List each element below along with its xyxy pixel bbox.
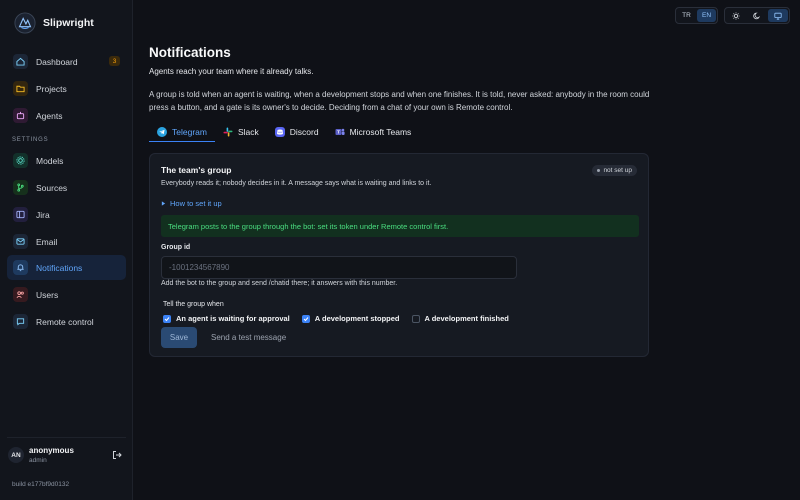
sun-icon <box>732 11 740 20</box>
brand[interactable]: Slipwright <box>14 12 94 34</box>
theme-light-button[interactable] <box>726 9 746 22</box>
lang-tr-button[interactable]: TR <box>677 9 696 22</box>
tab-label: Telegram <box>172 126 207 137</box>
sidebar-item-label: Email <box>36 236 58 247</box>
checkbox-checked[interactable] <box>163 314 171 323</box>
sidebar-item-label: Remote control <box>36 316 94 327</box>
sidebar-item-label: Agents <box>36 110 63 121</box>
user-role: admin <box>29 457 47 464</box>
sidebar-item-label: Jira <box>36 209 50 220</box>
cog-icon <box>13 153 28 168</box>
theme-switcher <box>724 7 790 24</box>
sidebar-item-label: Projects <box>36 83 67 94</box>
page-description: A group is told when an agent is waiting… <box>149 90 650 112</box>
tab-label: Microsoft Teams <box>349 127 412 137</box>
sidebar-item-jira[interactable]: Jira <box>7 202 126 227</box>
telegram-icon <box>157 126 167 137</box>
folder-icon <box>13 81 28 96</box>
slack-icon <box>223 127 233 137</box>
howto-toggle[interactable]: How to set it up <box>161 199 222 208</box>
chat-icon <box>13 314 28 329</box>
svg-text:T: T <box>337 130 340 135</box>
moon-icon <box>753 12 761 19</box>
robot-icon <box>13 108 28 123</box>
teams-icon: T <box>335 127 345 137</box>
logout-icon[interactable] <box>112 450 122 460</box>
option-development-finished[interactable]: A development finished <box>411 314 509 323</box>
sidebar-item-projects[interactable]: Projects <box>7 76 126 101</box>
status-text: not set up <box>603 167 632 174</box>
count-badge: 3 <box>109 56 120 66</box>
tab-discord[interactable]: Discord <box>267 122 327 142</box>
card-title: The team's group <box>161 165 232 175</box>
save-button[interactable]: Save <box>161 327 197 348</box>
option-label: A development finished <box>424 314 509 323</box>
bell-icon <box>13 260 28 275</box>
monitor-icon <box>774 12 782 20</box>
event-options: An agent is waiting for approval A devel… <box>163 314 509 323</box>
group-id-input[interactable] <box>161 256 517 279</box>
group-id-help: Add the bot to the group and send /chati… <box>161 280 398 287</box>
sidebar-item-label: Dashboard <box>36 56 78 67</box>
send-test-message-button[interactable]: Send a test message <box>206 327 291 348</box>
option-waiting-approval[interactable]: An agent is waiting for approval <box>163 314 290 323</box>
tab-label: Discord <box>289 127 319 137</box>
checkbox-checked[interactable] <box>301 314 310 323</box>
sidebar-item-dashboard[interactable]: Dashboard 3 <box>7 49 126 74</box>
sidebar-item-email[interactable]: Email <box>7 229 126 254</box>
avatar: AN <box>8 447 24 463</box>
checkbox-unchecked[interactable] <box>411 314 420 323</box>
option-development-stopped[interactable]: A development stopped <box>301 314 400 323</box>
sidebar-item-label: Users <box>36 289 59 300</box>
lang-en-button[interactable]: EN <box>697 9 716 22</box>
mail-icon <box>13 234 28 249</box>
check-icon <box>164 316 170 321</box>
brand-name: Slipwright <box>43 17 94 29</box>
when-label: Tell the group when <box>163 301 224 308</box>
theme-dark-button[interactable] <box>747 9 767 22</box>
sidebar-item-label: Notifications <box>36 262 83 273</box>
sidebar-item-users[interactable]: Users <box>7 282 126 307</box>
sidebar-item-label: Models <box>36 155 64 166</box>
page-subtitle: Agents reach your team where it already … <box>149 67 314 76</box>
setup-notice: Telegram posts to the group through the … <box>161 215 639 237</box>
users-icon <box>13 287 28 302</box>
tab-slack[interactable]: Slack <box>215 122 267 142</box>
language-switcher: TR EN <box>675 7 718 24</box>
telegram-settings-card: The team's group not set up Everybody re… <box>149 153 649 357</box>
discord-icon <box>274 127 285 137</box>
tab-telegram[interactable]: Telegram <box>149 122 215 142</box>
sidebar-item-label: Sources <box>36 182 68 193</box>
integration-tabs: Telegram Slack Discord T Microsoft Teams <box>149 122 419 143</box>
caret-right-icon <box>161 201 166 206</box>
sidebar-item-notifications[interactable]: Notifications <box>7 255 126 280</box>
sidebar-item-sources[interactable]: Sources <box>7 175 126 200</box>
group-id-label: Group id <box>161 244 191 251</box>
logo-icon <box>14 12 36 34</box>
build-version: build e177bf9d0132 <box>12 481 70 488</box>
user-name: anonymous <box>29 446 74 455</box>
user-block: AN anonymous admin <box>7 437 126 469</box>
sidebar: Slipwright Dashboard 3 Projects Agents S… <box>0 0 133 500</box>
theme-system-button[interactable] <box>768 9 788 22</box>
sidebar-item-agents[interactable]: Agents <box>7 103 126 128</box>
page-title: Notifications <box>149 45 231 60</box>
option-label: A development stopped <box>314 314 400 323</box>
check-icon <box>303 316 309 321</box>
branch-icon <box>13 180 28 195</box>
option-label: An agent is waiting for approval <box>176 314 290 323</box>
sidebar-item-models[interactable]: Models <box>7 148 126 173</box>
home-icon <box>13 54 28 69</box>
sidebar-item-remote-control[interactable]: Remote control <box>7 309 126 334</box>
status-dot <box>597 169 601 172</box>
settings-section-label: SETTINGS <box>12 137 49 143</box>
howto-label: How to set it up <box>170 199 222 208</box>
board-icon <box>13 207 28 222</box>
tab-microsoft-teams[interactable]: T Microsoft Teams <box>327 122 420 142</box>
tab-label: Slack <box>237 127 259 137</box>
status-badge: not set up <box>592 165 637 176</box>
card-description: Everybody reads it; nobody decides in it… <box>161 180 432 187</box>
